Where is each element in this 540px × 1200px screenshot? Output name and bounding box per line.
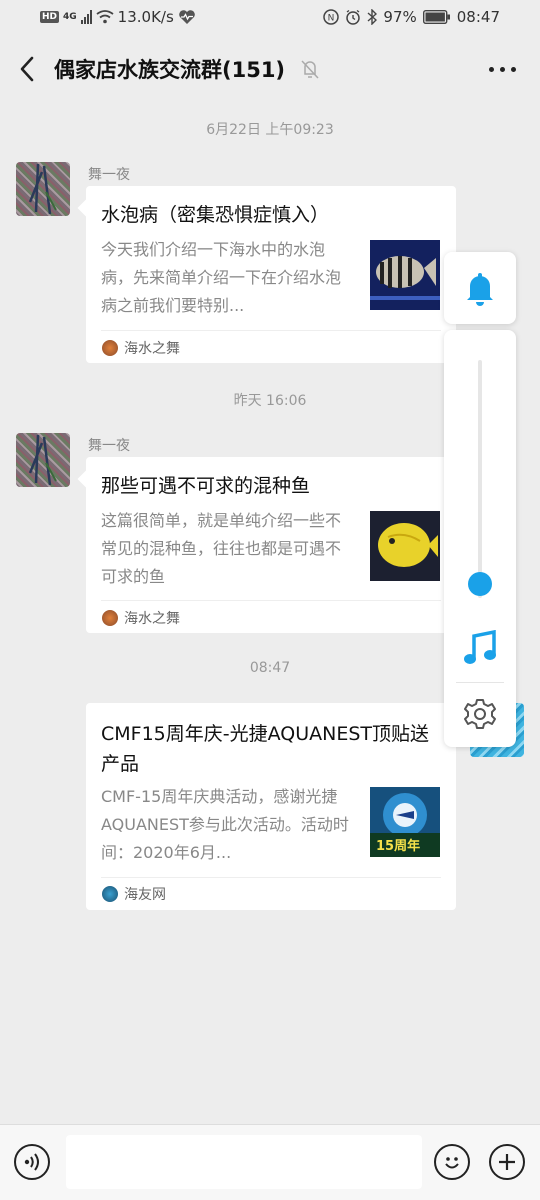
clock: 08:47	[456, 8, 500, 26]
wifi-icon	[96, 10, 114, 24]
back-icon[interactable]	[16, 54, 40, 84]
message-input[interactable]	[66, 1135, 422, 1189]
source-name: 海友网	[124, 887, 166, 903]
sender-name: 舞一夜	[88, 438, 130, 454]
net-speed: 13.0K/s	[117, 8, 174, 26]
card-source: 海友网	[102, 884, 166, 904]
bell-icon	[467, 273, 493, 306]
input-bar	[0, 1124, 540, 1200]
card-divider	[101, 330, 441, 331]
hd-badge: HD	[40, 11, 60, 23]
card-description: CMF-15周年庆典活动，感谢光捷AQUANEST参与此次活动。活动时间：202…	[101, 787, 349, 862]
gear-icon[interactable]	[464, 698, 496, 730]
sender-name: 舞一夜	[88, 167, 130, 183]
thumbnail-caption: 15周年	[376, 839, 421, 854]
card-source: 海水之舞	[102, 608, 180, 628]
chat-header: 偶家店水族交流群(151)	[0, 38, 540, 100]
source-avatar-icon	[102, 340, 118, 356]
card-description: 今天我们介绍一下海水中的水泡病，先来简单介绍一下在介绍水泡病之前我们要特别...	[101, 240, 342, 315]
alarm-icon	[346, 9, 361, 25]
music-note-icon[interactable]	[463, 630, 497, 666]
bluetooth-icon	[367, 9, 378, 25]
link-card[interactable]: CMF15周年庆-光捷AQUANEST顶贴送产品 CMF-15周年庆典活动，感谢…	[86, 703, 456, 910]
emoji-icon	[445, 1157, 459, 1169]
card-title: 那些可遇不可求的混种鱼	[101, 475, 311, 497]
plus-button[interactable]	[489, 1144, 525, 1180]
card-thumbnail: 15周年	[370, 787, 440, 857]
link-card[interactable]: 那些可遇不可求的混种鱼 这篇很简单，就是单纯介绍一些不常见的混种鱼，往往也都是可…	[86, 457, 456, 633]
more-icon[interactable]	[489, 67, 516, 72]
avatar[interactable]	[16, 433, 70, 487]
timestamp: 6月22日 上午09:23	[206, 122, 334, 138]
nfc-icon: N	[323, 9, 340, 25]
network-type: 4G	[63, 12, 77, 22]
source-avatar-icon	[102, 610, 118, 626]
signal-icon	[80, 10, 92, 24]
battery-icon	[422, 10, 450, 24]
card-thumbnail	[370, 511, 440, 581]
plus-icon	[499, 1154, 515, 1170]
ringer-mode-button[interactable]	[444, 252, 516, 324]
voice-icon	[24, 1153, 39, 1171]
source-name: 海水之舞	[124, 341, 180, 357]
card-title: CMF15周年庆-光捷AQUANEST顶贴送产品	[101, 723, 430, 775]
emoji-button[interactable]	[434, 1144, 470, 1180]
card-divider	[101, 600, 441, 601]
source-name: 海水之舞	[124, 611, 180, 627]
card-source: 海水之舞	[102, 338, 180, 358]
volume-slider-handle[interactable]	[468, 572, 492, 596]
card-title: 水泡病（密集恐惧症慎入）	[101, 204, 330, 226]
status-bar: HD 4G 13.0K/s N 97% 08:47	[0, 0, 540, 36]
source-avatar-icon	[102, 886, 118, 902]
link-card[interactable]: 水泡病（密集恐惧症慎入） 今天我们介绍一下海水中的水泡病，先来简单介绍一下在介绍…	[86, 186, 456, 363]
card-description: 这篇很简单，就是单纯介绍一些不常见的混种鱼，往往也都是可遇不可求的鱼	[101, 511, 342, 586]
volume-panel	[444, 330, 516, 747]
card-thumbnail	[370, 240, 440, 310]
svg-text:N: N	[328, 14, 335, 24]
heart-rate-icon	[178, 10, 195, 24]
volume-slider-track[interactable]	[478, 360, 482, 598]
divider	[456, 682, 504, 683]
voice-button[interactable]	[14, 1144, 50, 1180]
battery-percent: 97%	[383, 8, 417, 26]
avatar[interactable]	[16, 162, 70, 216]
card-divider	[101, 877, 441, 878]
mute-icon	[301, 60, 319, 79]
chat-title: 偶家店水族交流群(151)	[54, 58, 286, 82]
